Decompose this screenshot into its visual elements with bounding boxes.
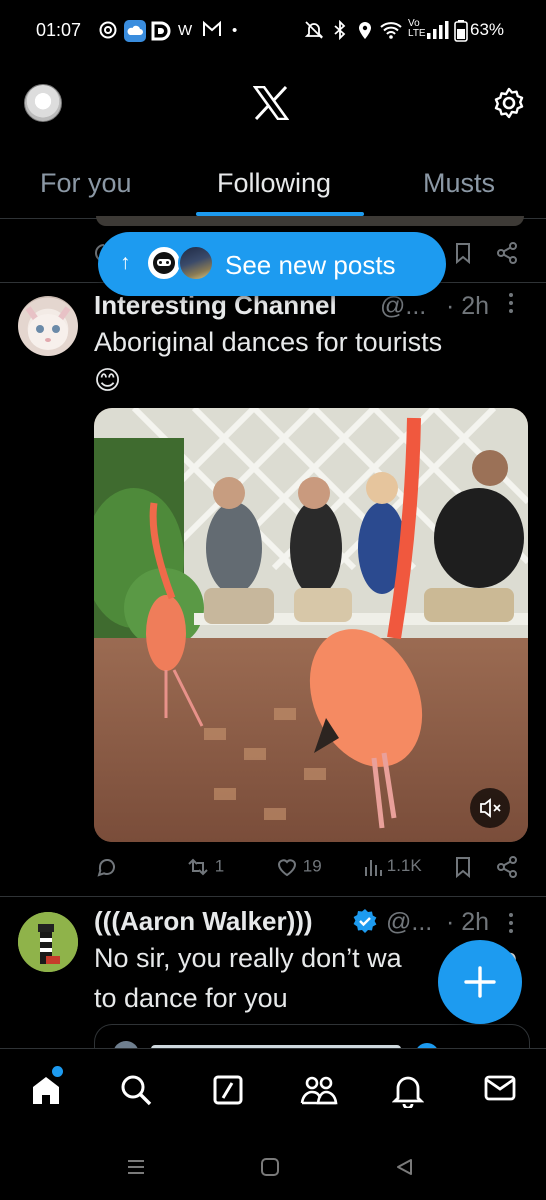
mute-bell-icon [304, 20, 324, 40]
notif-more-dot: • [232, 22, 238, 39]
post-divider [0, 896, 546, 897]
post-text-line2: to dance for you [94, 983, 288, 1013]
share-icon[interactable] [496, 856, 518, 878]
messages-icon[interactable] [484, 1074, 516, 1102]
new-post-avatar [146, 245, 182, 281]
location-icon [356, 20, 374, 40]
recent-apps-icon[interactable] [126, 1158, 146, 1176]
bluetooth-icon [330, 20, 350, 40]
views-button[interactable]: 1.1K [364, 856, 422, 877]
x-logo-icon[interactable] [253, 86, 289, 120]
notif-text-w: W [178, 22, 193, 39]
back-icon[interactable] [394, 1158, 414, 1176]
more-options-icon[interactable] [508, 292, 514, 314]
post-video[interactable] [94, 408, 528, 842]
post-author-handle[interactable]: @... [380, 292, 426, 321]
author-avatar[interactable] [18, 912, 78, 972]
cloud-app-icon [124, 20, 146, 42]
status-bar: 01:07 W • Vo LTE 63% [0, 0, 546, 62]
post-text: No sir, you really don’t wa [94, 943, 402, 973]
bottom-navigation [0, 1048, 546, 1141]
reply-icon[interactable] [96, 856, 118, 878]
post-text: Aboriginal dances for tourists [94, 327, 443, 357]
compose-post-button[interactable] [438, 940, 522, 1024]
post-timestamp[interactable]: · 2h [446, 908, 489, 937]
verified-badge-icon [352, 908, 378, 934]
author-avatar[interactable] [18, 296, 78, 356]
share-icon[interactable] [496, 242, 518, 264]
gear-icon[interactable] [492, 86, 526, 120]
battery-icon [454, 20, 468, 42]
search-icon[interactable] [120, 1074, 152, 1106]
status-time: 01:07 [36, 20, 82, 40]
see-new-posts-label: See new posts [225, 250, 396, 280]
bookmark-icon[interactable] [454, 856, 472, 878]
home-unread-dot [52, 1066, 63, 1077]
post-text-emoji: 😊 [94, 365, 122, 395]
see-new-posts-button[interactable]: ↑ See new posts [98, 232, 446, 296]
like-count: 19 [302, 856, 322, 876]
post-author-handle[interactable]: @... [386, 908, 432, 937]
view-count: 1.1K [386, 856, 422, 875]
home-system-icon[interactable] [260, 1158, 280, 1176]
profile-avatar[interactable] [24, 84, 62, 122]
tab-following[interactable]: Following [217, 168, 331, 199]
grok-icon[interactable] [212, 1074, 244, 1106]
notification-app-icon [98, 20, 118, 40]
app-d-icon [150, 20, 172, 42]
home-icon[interactable] [30, 1074, 62, 1106]
volte-indicator: Vo LTE [408, 18, 426, 39]
new-post-avatar [178, 245, 214, 281]
up-arrow-icon: ↑ [120, 251, 131, 274]
signal-icon [426, 20, 450, 40]
repost-button[interactable]: 1 [186, 856, 224, 878]
wifi-icon [380, 20, 402, 40]
tab-for-you[interactable]: For you [40, 168, 132, 199]
mute-toggle-icon[interactable] [470, 788, 510, 828]
gmail-icon [202, 20, 222, 38]
more-options-icon[interactable] [508, 912, 514, 934]
post-author-name[interactable]: (((Aaron Walker))) [94, 906, 313, 937]
previous-post-media[interactable] [96, 216, 524, 226]
repost-count: 1 [214, 856, 225, 876]
post-timestamp[interactable]: · 2h [446, 292, 489, 321]
notifications-icon[interactable] [392, 1074, 424, 1108]
battery-percent: 63% [470, 20, 505, 39]
bookmark-icon[interactable] [454, 242, 472, 264]
communities-icon[interactable] [300, 1074, 338, 1106]
like-button[interactable]: 19 [276, 856, 322, 878]
tab-musts[interactable]: Musts [423, 168, 495, 199]
